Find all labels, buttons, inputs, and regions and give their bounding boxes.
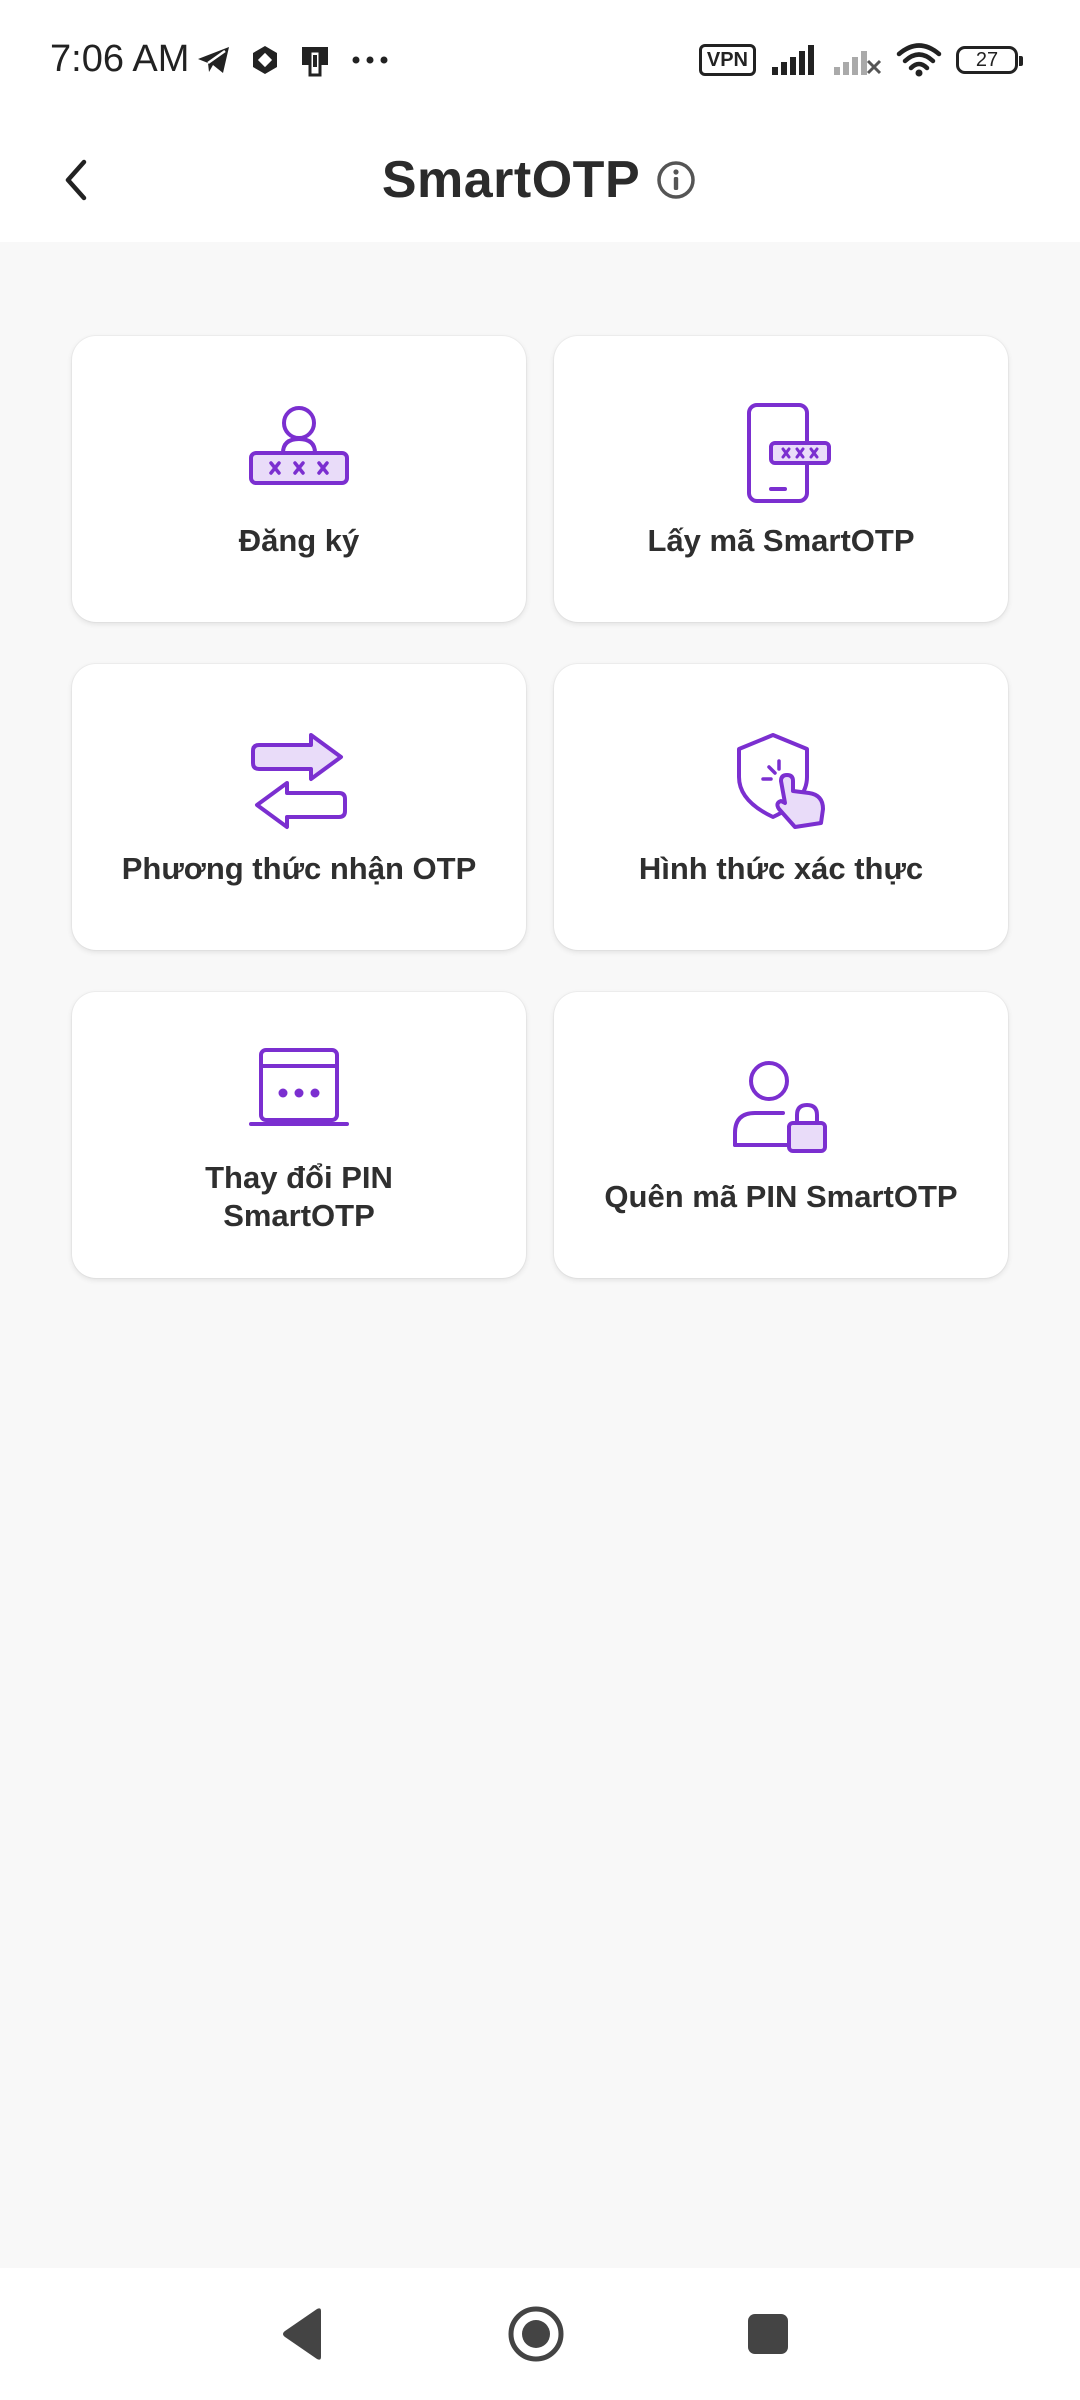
vpn-badge: VPN (698, 44, 756, 76)
change-pin-label: Thay đổi PIN SmartOTP (205, 1160, 393, 1233)
get-smartotp-code-card[interactable]: Lấy mã SmartOTP (554, 336, 1008, 622)
status-icons-right: VPN 27 (698, 38, 1023, 82)
transfer-arrows-icon-wrap (244, 726, 354, 836)
status-icons-left (196, 40, 390, 80)
phone-otp-icon (747, 403, 831, 503)
app-header: SmartOTP (0, 118, 1080, 242)
pin-screen-icon-wrap (244, 1035, 354, 1145)
telegram-icon (198, 47, 229, 73)
title-wrap: SmartOTP (0, 118, 1080, 242)
recents-square-icon (748, 2314, 788, 2354)
register-label: Đăng ký (238, 523, 360, 558)
info-button[interactable] (654, 158, 698, 202)
page-title: SmartOTP (381, 151, 641, 209)
signal-no-service-icon (834, 51, 882, 75)
otp-receive-method-card[interactable]: Phương thức nhận OTP (72, 664, 526, 950)
battery-indicator: 27 (956, 46, 1023, 74)
register-card[interactable]: Đăng ký (72, 336, 526, 622)
more-dots-icon (352, 56, 388, 64)
home-circle-icon (508, 2306, 564, 2362)
info-circle-icon (657, 161, 695, 199)
battery-level: 27 (975, 48, 999, 71)
get-smartotp-code-label: Lấy mã SmartOTP (647, 523, 915, 558)
back-triangle-icon (283, 2308, 321, 2360)
system-nav-bar (0, 2268, 1080, 2400)
status-time: 7:06 AM (50, 38, 190, 80)
forgot-pin-label: Quên mã PIN SmartOTP (604, 1179, 958, 1214)
forgot-pin-card[interactable]: Quên mã PIN SmartOTP (554, 992, 1008, 1278)
user-password-icon (249, 406, 349, 485)
status-bar: 7:06 AM VPN 27 (0, 0, 1080, 118)
user-lock-icon-wrap (726, 1054, 836, 1164)
hexagon-app-icon (253, 46, 277, 74)
wifi-icon (896, 43, 942, 77)
change-pin-card[interactable]: Thay đổi PIN SmartOTP (72, 992, 526, 1278)
signal-icon (772, 45, 814, 75)
device-app-icon (302, 47, 328, 77)
phone-otp-icon-wrap (726, 398, 836, 508)
nav-home-button[interactable] (496, 2294, 576, 2374)
pin-screen-icon (249, 1048, 349, 1126)
user-lock-icon (733, 1061, 827, 1153)
transfer-arrows-icon (251, 733, 347, 829)
auth-method-card[interactable]: Hình thức xác thực (554, 664, 1008, 950)
otp-receive-method-label: Phương thức nhận OTP (121, 851, 477, 886)
smartotp-menu-grid: Đăng ký Lấy mã SmartOTP Phương thức nhận… (72, 336, 1008, 1278)
user-password-icon-wrap (244, 398, 354, 508)
auth-method-label: Hình thức xác thực (638, 851, 924, 886)
nav-back-button[interactable] (264, 2294, 344, 2374)
shield-touch-icon-wrap (726, 726, 836, 836)
shield-touch-icon (737, 733, 825, 829)
nav-recents-button[interactable] (728, 2294, 808, 2374)
